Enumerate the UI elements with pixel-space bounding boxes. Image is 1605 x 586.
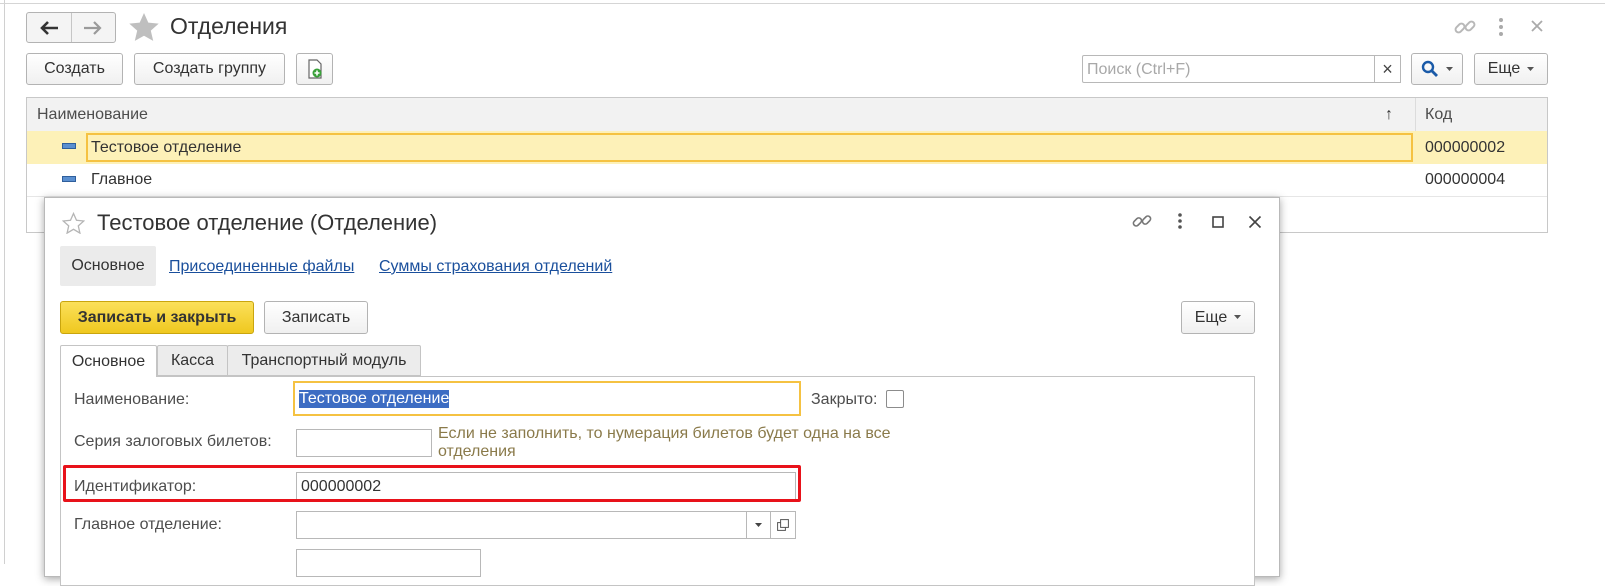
tab-main[interactable]: Основное bbox=[60, 345, 157, 377]
clear-x-icon: × bbox=[1382, 59, 1393, 79]
list-more-button[interactable]: Еще bbox=[1474, 53, 1548, 85]
column-divider bbox=[1415, 98, 1416, 132]
link-icon[interactable] bbox=[1453, 16, 1477, 38]
nav-button-group bbox=[26, 12, 116, 43]
tab-page: Наименование: Тестовое отделение Закрыто… bbox=[60, 376, 1255, 586]
forward-button[interactable] bbox=[72, 13, 116, 42]
nav-tab-main-label: Основное bbox=[71, 257, 145, 274]
save-and-close-button[interactable]: Записать и закрыть bbox=[60, 301, 254, 334]
highlight-frame bbox=[63, 465, 801, 502]
search-placeholder: Поиск (Ctrl+F) bbox=[1087, 61, 1191, 78]
selected-cell[interactable]: Тестовое отделение bbox=[86, 133, 1413, 162]
column-header-name[interactable]: Наименование bbox=[37, 106, 148, 124]
tab-cash-label: Касса bbox=[170, 351, 215, 369]
item-icon bbox=[62, 176, 76, 182]
back-arrow-icon bbox=[39, 20, 58, 35]
series-hint: Если не заполнить, то нумерация билетов … bbox=[438, 425, 891, 460]
search-input[interactable]: Поиск (Ctrl+F) bbox=[1082, 55, 1375, 83]
page-title: Отделения bbox=[170, 13, 288, 39]
open-form-icon bbox=[777, 519, 789, 531]
main-branch-open-button[interactable] bbox=[770, 511, 796, 539]
tab-main-label: Основное bbox=[71, 352, 146, 370]
row-code: 000000002 bbox=[1425, 139, 1506, 156]
main-branch-dropdown-button[interactable] bbox=[746, 511, 771, 539]
closed-checkbox[interactable] bbox=[886, 390, 904, 408]
chevron-down-icon bbox=[1234, 315, 1242, 319]
closed-label: Закрыто: bbox=[811, 391, 878, 408]
series-label: Серия залоговых билетов: bbox=[74, 433, 272, 450]
series-field[interactable] bbox=[296, 429, 432, 457]
tab-transport-module-label: Транспортный модуль bbox=[241, 351, 407, 369]
chevron-down-icon bbox=[755, 522, 762, 527]
search-icon bbox=[1421, 60, 1438, 77]
back-button[interactable] bbox=[27, 13, 72, 42]
search-clear-button[interactable]: × bbox=[1374, 55, 1401, 83]
form-more-button[interactable]: Еще bbox=[1181, 301, 1255, 334]
tab-transport-module[interactable]: Транспортный модуль bbox=[227, 345, 421, 376]
link-icon[interactable] bbox=[1131, 211, 1153, 231]
nav-tab-attached-files[interactable]: Присоединенные файлы bbox=[169, 258, 354, 276]
create-button[interactable]: Создать bbox=[26, 53, 123, 85]
nav-tab-insurance-sums[interactable]: Суммы страхования отделений bbox=[379, 258, 612, 276]
attachment-button[interactable] bbox=[296, 53, 333, 85]
main-branch-field[interactable] bbox=[296, 511, 747, 539]
row-name: Главное bbox=[91, 171, 153, 188]
more-vertical-icon[interactable] bbox=[1176, 212, 1184, 230]
nav-tab-main[interactable]: Основное bbox=[60, 246, 156, 286]
item-icon bbox=[62, 143, 76, 149]
app-frame-top bbox=[0, 0, 1605, 4]
column-header-code[interactable]: Код bbox=[1425, 106, 1452, 124]
search-button[interactable] bbox=[1411, 53, 1463, 85]
form-title: Тестовое отделение (Отделение) bbox=[97, 210, 438, 235]
main-branch-label: Главное отделение: bbox=[74, 516, 222, 533]
create-group-button[interactable]: Создать группу bbox=[134, 53, 285, 85]
list-more-label: Еще bbox=[1487, 60, 1521, 77]
save-button[interactable]: Записать bbox=[264, 301, 368, 334]
forward-arrow-icon bbox=[84, 20, 102, 35]
tab-cash[interactable]: Касса bbox=[157, 345, 228, 376]
close-icon[interactable] bbox=[1530, 19, 1544, 33]
table-row[interactable]: Тестовое отделение 000000002 bbox=[27, 131, 1547, 164]
app-frame-left bbox=[0, 0, 5, 564]
document-add-icon bbox=[307, 59, 322, 79]
next-field-partial[interactable] bbox=[296, 549, 481, 577]
name-field-value: Тестовое отделение bbox=[299, 390, 450, 408]
favorite-star-icon[interactable] bbox=[128, 12, 160, 43]
close-icon[interactable] bbox=[1248, 215, 1262, 229]
form-window: Тестовое отделение (Отделение) Основное … bbox=[44, 197, 1280, 586]
favorite-star-outline-icon[interactable] bbox=[62, 212, 85, 234]
table-row[interactable]: Главное 000000004 bbox=[27, 164, 1547, 197]
table-header: Наименование ↑ Код bbox=[27, 97, 1547, 133]
row-name: Тестовое отделение bbox=[91, 139, 242, 156]
row-code: 000000004 bbox=[1425, 171, 1506, 188]
sort-arrow-icon[interactable]: ↑ bbox=[1385, 106, 1393, 124]
chevron-down-icon bbox=[1527, 66, 1535, 71]
name-field[interactable]: Тестовое отделение bbox=[293, 381, 801, 416]
maximize-icon[interactable] bbox=[1212, 216, 1224, 228]
more-vertical-icon[interactable] bbox=[1496, 17, 1506, 37]
name-label: Наименование: bbox=[74, 391, 190, 408]
form-more-label: Еще bbox=[1194, 308, 1228, 326]
chevron-down-icon bbox=[1446, 66, 1453, 71]
